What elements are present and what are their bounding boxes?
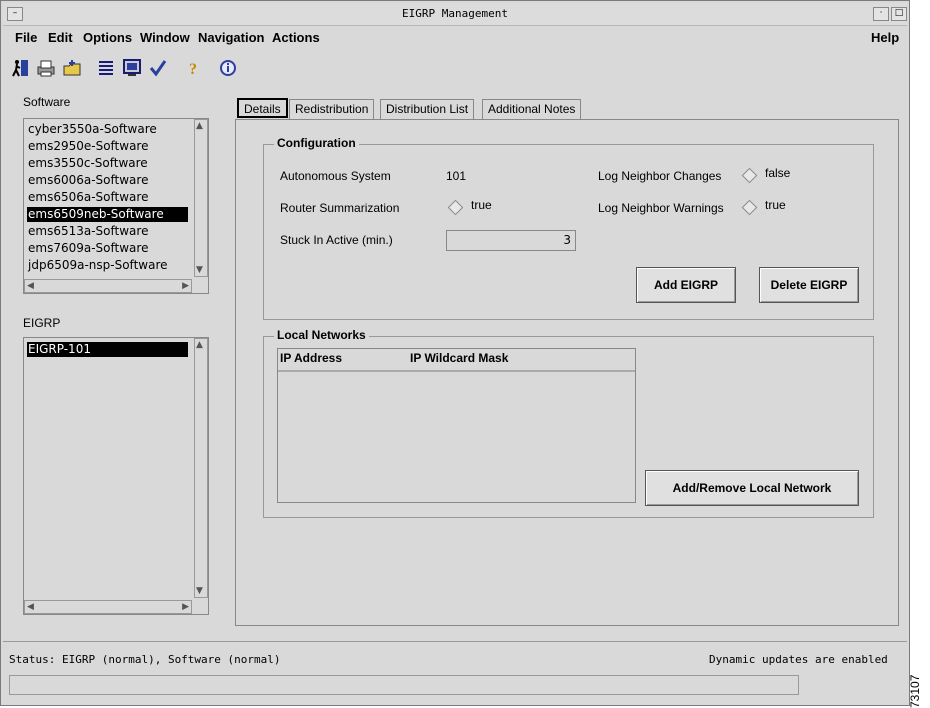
exit-icon[interactable] xyxy=(9,57,31,79)
software-item[interactable]: jdp6509a-nsp-Software xyxy=(27,258,188,273)
monitor-icon[interactable] xyxy=(121,57,143,79)
tab-redistribution[interactable]: Redistribution xyxy=(289,99,375,119)
stuck-in-active-label: Stuck In Active (min.) xyxy=(280,233,393,247)
eigrp-vertical-scrollbar[interactable]: ▲ ▼ xyxy=(194,338,208,598)
help-icon[interactable]: ? xyxy=(183,57,205,79)
menu-help[interactable]: Help xyxy=(871,30,899,45)
autonomous-system-value: 101 xyxy=(446,169,467,183)
log-neighbor-warnings-checkbox[interactable] xyxy=(741,199,758,216)
column-header-ip-wildcard-mask[interactable]: IP Wildcard Mask xyxy=(410,351,508,365)
log-neighbor-warnings-value: true xyxy=(765,198,786,212)
eigrp-item-selected[interactable]: EIGRP-101 xyxy=(27,342,188,357)
eigrp-management-window: – EIGRP Management · □ File Edit Options… xyxy=(0,0,910,706)
software-horizontal-scrollbar[interactable]: ◀ ▶ xyxy=(24,279,192,293)
toolbar: ? xyxy=(7,55,907,83)
tab-additional-notes[interactable]: Additional Notes xyxy=(482,99,582,119)
log-neighbor-changes-value: false xyxy=(765,166,791,180)
folder-icon[interactable] xyxy=(61,57,83,79)
tab-details[interactable]: Details xyxy=(237,98,288,118)
stuck-in-active-input[interactable]: 3 xyxy=(446,230,576,251)
configuration-title: Configuration xyxy=(274,136,359,150)
scroll-down-arrow-icon[interactable]: ▼ xyxy=(196,586,203,596)
software-item[interactable]: ems7609a-Software xyxy=(27,241,188,256)
figure-code: 73107 xyxy=(908,674,922,708)
router-summarization-value: true xyxy=(471,198,492,212)
software-item[interactable]: ems2950e-Software xyxy=(27,139,188,154)
menu-window[interactable]: Window xyxy=(140,30,190,45)
info-icon[interactable] xyxy=(217,57,239,79)
scroll-up-arrow-icon[interactable]: ▲ xyxy=(196,121,203,131)
list-icon[interactable] xyxy=(95,57,117,79)
details-panel: Configuration Autonomous System 101 Rout… xyxy=(235,119,899,626)
scroll-right-arrow-icon[interactable]: ▶ xyxy=(182,281,189,291)
autonomous-system-label: Autonomous System xyxy=(280,169,391,183)
status-text: Status: EIGRP (normal), Software (normal… xyxy=(9,653,281,666)
local-networks-group: Local Networks IP Address IP Wildcard Ma… xyxy=(263,328,874,518)
svg-text:?: ? xyxy=(189,61,197,78)
local-networks-table[interactable]: IP Address IP Wildcard Mask xyxy=(277,348,636,503)
menu-options[interactable]: Options xyxy=(83,30,132,45)
title-bar: – EIGRP Management · □ xyxy=(3,3,907,26)
software-label: Software xyxy=(23,95,71,109)
local-networks-title: Local Networks xyxy=(274,328,369,342)
scroll-left-arrow-icon[interactable]: ◀ xyxy=(27,602,34,612)
minimize-button[interactable]: · xyxy=(873,7,889,21)
progress-bar xyxy=(9,675,799,695)
scroll-right-arrow-icon[interactable]: ▶ xyxy=(182,602,189,612)
software-item[interactable]: ems6513a-Software xyxy=(27,224,188,239)
scroll-up-arrow-icon[interactable]: ▲ xyxy=(196,340,203,350)
software-item[interactable]: ems3550c-Software xyxy=(27,156,188,171)
software-item-selected[interactable]: ems6509neb-Software xyxy=(27,207,188,222)
menu-actions[interactable]: Actions xyxy=(272,30,320,45)
software-vertical-scrollbar[interactable]: ▲ ▼ xyxy=(194,119,208,277)
log-neighbor-warnings-label: Log Neighbor Warnings xyxy=(598,201,724,215)
menu-bar: File Edit Options Window Navigation Acti… xyxy=(3,27,907,49)
software-item[interactable]: cyber3550a-Software xyxy=(27,122,188,137)
scroll-down-arrow-icon[interactable]: ▼ xyxy=(196,265,203,275)
log-neighbor-changes-label: Log Neighbor Changes xyxy=(598,169,722,183)
menu-edit[interactable]: Edit xyxy=(48,30,73,45)
add-remove-local-network-button[interactable]: Add/Remove Local Network xyxy=(645,470,859,506)
eigrp-list[interactable]: EIGRP-101 ▲ ▼ ◀ ▶ xyxy=(23,337,209,615)
router-summarization-checkbox[interactable] xyxy=(447,199,464,216)
eigrp-label: EIGRP xyxy=(23,316,61,330)
check-icon[interactable] xyxy=(147,57,169,79)
scroll-left-arrow-icon[interactable]: ◀ xyxy=(27,281,34,291)
print-icon[interactable] xyxy=(35,57,57,79)
maximize-button[interactable]: □ xyxy=(891,7,907,21)
software-item[interactable]: ems6506a-Software xyxy=(27,190,188,205)
tab-distribution-list[interactable]: Distribution List xyxy=(380,99,475,119)
add-eigrp-button[interactable]: Add EIGRP xyxy=(636,267,736,303)
log-neighbor-changes-checkbox[interactable] xyxy=(741,167,758,184)
dynamic-updates-text: Dynamic updates are enabled xyxy=(709,653,888,666)
software-item[interactable]: ems6006a-Software xyxy=(27,173,188,188)
status-bar: Status: EIGRP (normal), Software (normal… xyxy=(3,641,907,706)
window-title: EIGRP Management xyxy=(402,7,508,20)
delete-eigrp-button[interactable]: Delete EIGRP xyxy=(759,267,859,303)
software-list[interactable]: cyber3550a-Software ems2950e-Software em… xyxy=(23,118,209,294)
table-header-divider xyxy=(278,370,635,372)
menu-file[interactable]: File xyxy=(15,30,37,45)
router-summarization-label: Router Summarization xyxy=(280,201,400,215)
eigrp-horizontal-scrollbar[interactable]: ◀ ▶ xyxy=(24,600,192,614)
menu-navigation[interactable]: Navigation xyxy=(198,30,264,45)
column-header-ip-address[interactable]: IP Address xyxy=(280,351,342,365)
configuration-group: Configuration Autonomous System 101 Rout… xyxy=(263,136,874,320)
